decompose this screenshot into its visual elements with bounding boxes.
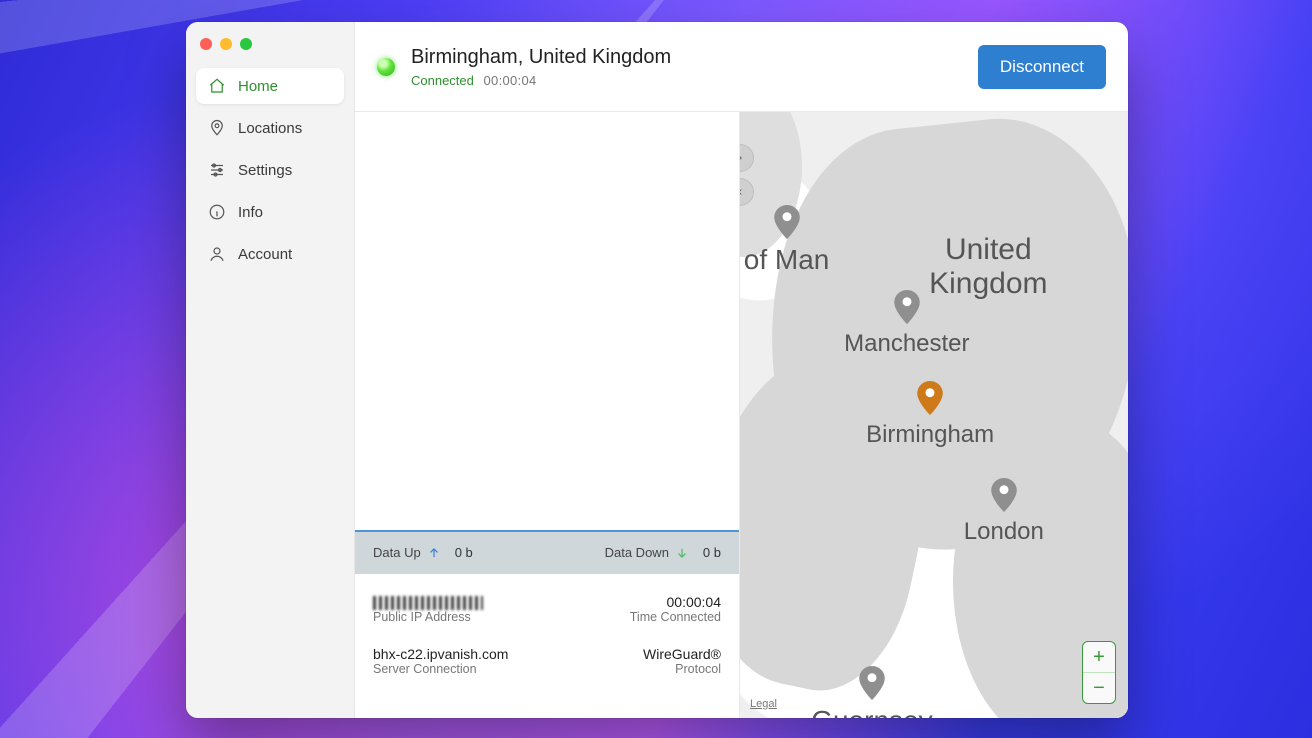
info-icon	[208, 203, 226, 221]
zoom-out-button[interactable]: −	[1083, 673, 1115, 703]
sidebar-item-label: Info	[238, 204, 263, 221]
window-controls	[186, 32, 354, 68]
time-connected-value: 00:00:04	[557, 594, 721, 610]
status-text: Connected	[411, 73, 474, 88]
map-country-label: UnitedKingdom	[929, 233, 1047, 301]
sidebar-item-label: Account	[238, 246, 292, 263]
data-down-label: Data Down	[605, 545, 669, 560]
user-icon	[208, 245, 226, 263]
stats-panel: Data Up 0 b Data Down 0 b	[355, 112, 740, 718]
public-ip-value	[373, 594, 537, 610]
time-connected-label: Time Connected	[557, 610, 721, 624]
close-window-button[interactable]	[200, 38, 212, 50]
app-window: Home Locations Settings Info	[186, 22, 1128, 718]
sidebar-item-label: Locations	[238, 120, 302, 137]
sliders-icon	[208, 161, 226, 179]
data-bar: Data Up 0 b Data Down 0 b	[355, 530, 739, 574]
sidebar-item-info[interactable]: Info	[196, 194, 344, 230]
map-marker-manchester[interactable]	[894, 290, 920, 324]
server-label: Server Connection	[373, 662, 537, 676]
minimize-window-button[interactable]	[220, 38, 232, 50]
pin-icon	[208, 119, 226, 137]
status-elapsed: 00:00:04	[484, 73, 537, 88]
map-label: London	[964, 518, 1044, 546]
sidebar-item-account[interactable]: Account	[196, 236, 344, 272]
map-label: Birmingham	[866, 421, 994, 449]
header: Birmingham, United Kingdom Connected 00:…	[355, 22, 1128, 112]
traffic-graph	[355, 112, 739, 530]
map-label: Manchester	[844, 330, 969, 358]
sidebar-item-settings[interactable]: Settings	[196, 152, 344, 188]
location-title: Birmingham, United Kingdom	[411, 46, 671, 69]
map-marker-of-man[interactable]	[774, 205, 800, 239]
content: Birmingham, United Kingdom Connected 00:…	[355, 22, 1128, 718]
zoom-control: + −	[1082, 641, 1116, 704]
sidebar: Home Locations Settings Info	[186, 22, 355, 718]
map-label: Guernsey	[811, 706, 932, 718]
protocol-value: WireGuard®	[557, 646, 721, 662]
nav: Home Locations Settings Info	[186, 68, 354, 272]
server-value: bhx-c22.ipvanish.com	[373, 646, 537, 662]
sidebar-item-locations[interactable]: Locations	[196, 110, 344, 146]
sidebar-item-home[interactable]: Home	[196, 68, 344, 104]
arrow-down-icon	[675, 546, 689, 560]
map[interactable]: UnitedKingdom of Man Manchester Birmingham…	[740, 112, 1128, 718]
zoom-in-button[interactable]: +	[1083, 642, 1115, 673]
arrow-up-icon	[427, 546, 441, 560]
disconnect-button[interactable]: Disconnect	[978, 45, 1106, 89]
map-label: of Man	[744, 245, 830, 274]
map-marker-guernsey[interactable]	[859, 666, 885, 700]
data-down-value: 0 b	[703, 545, 721, 560]
body: Data Up 0 b Data Down 0 b	[355, 112, 1128, 718]
zoom-window-button[interactable]	[240, 38, 252, 50]
sidebar-item-label: Settings	[238, 162, 292, 179]
status-indicator-icon	[377, 58, 395, 76]
obscured-text	[373, 596, 483, 610]
sidebar-item-label: Home	[238, 78, 278, 95]
public-ip-label: Public IP Address	[373, 610, 537, 624]
data-up-value: 0 b	[455, 545, 473, 560]
details-grid: Public IP Address 00:00:04 Time Connecte…	[355, 574, 739, 718]
map-marker-london[interactable]	[991, 478, 1017, 512]
map-legal-link[interactable]: Legal	[750, 698, 777, 710]
protocol-label: Protocol	[557, 662, 721, 676]
map-marker-birmingham[interactable]	[917, 381, 943, 415]
data-up-label: Data Up	[373, 545, 421, 560]
home-icon	[208, 77, 226, 95]
